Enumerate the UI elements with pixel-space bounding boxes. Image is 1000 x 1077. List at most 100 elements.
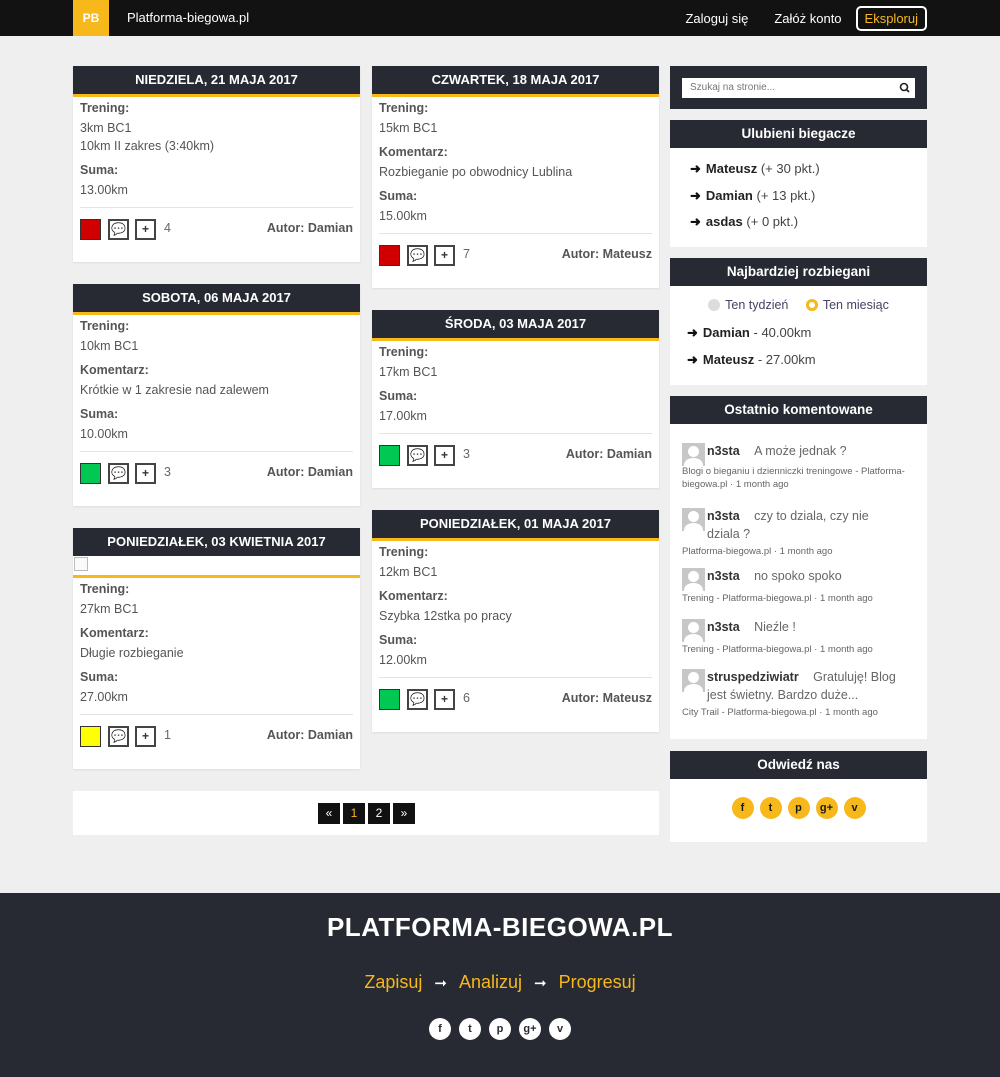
arrow-right-icon: ➜ — [687, 351, 698, 367]
arrow-right-icon: ➜ — [690, 161, 701, 176]
comment-count: 7 — [463, 247, 470, 261]
author[interactable]: Autor: Damian — [267, 465, 353, 479]
search-widget: Szukaj na stronie... — [670, 66, 927, 109]
google-plus-icon[interactable]: g+ — [519, 1018, 541, 1040]
plus-icon[interactable]: + — [135, 463, 156, 484]
comment-item[interactable]: n3sta no spoko spoko Trening - Platforma… — [670, 567, 927, 605]
runner-name: Damian — [705, 187, 753, 203]
most-run-item[interactable]: ➜ Damian - 40.00km — [670, 320, 927, 347]
sum-value: 10.00km — [80, 427, 128, 441]
card-date[interactable]: Poniedziałek, 01 maja 2017 — [372, 510, 659, 541]
card-footer: 💬 + 1 Autor: Damian — [80, 714, 353, 757]
facebook-icon[interactable]: f — [731, 797, 754, 819]
footer-steps: Zapisuj ➞ Analizuj ➞ Progresuj — [0, 972, 1000, 993]
step-progress: Progresuj — [558, 972, 636, 992]
card-date[interactable]: Niedziela, 21 maja 2017 — [73, 66, 360, 97]
google-plus-icon[interactable]: g+ — [815, 797, 838, 819]
sum-label: Suma: — [80, 670, 119, 684]
twitter-icon[interactable]: t — [759, 797, 782, 819]
pinterest-icon[interactable]: p — [787, 797, 810, 819]
author[interactable]: Autor: Damian — [267, 221, 353, 235]
plus-icon[interactable]: + — [135, 726, 156, 747]
comment-meta: City Trail - Platforma-biegowa.pl · 1 mo… — [682, 707, 878, 718]
comment-icon[interactable]: 💬 — [108, 219, 129, 240]
training-card: Sobota, 06 maja 2017 Trening: 10km BC1 K… — [73, 284, 360, 506]
visit-us-widget: Odwiedź nas f t p g+ v — [670, 751, 927, 842]
comment-value: Szybka 12stka po pracy — [379, 609, 512, 623]
sum-value: 12.00km — [379, 653, 427, 667]
radio-month[interactable]: Ten miesiąc — [805, 298, 889, 312]
comment-item[interactable]: n3sta Nieźle ! Trening - Platforma-biego… — [670, 618, 927, 656]
favorite-runner-item[interactable]: ➜ Mateusz (+ 30 pkt.) — [670, 156, 927, 183]
most-run-widget: Najbardziej rozbiegani Ten tydzień Ten m… — [670, 258, 927, 385]
comment-count: 3 — [463, 447, 470, 461]
brand-link[interactable]: Platforma-biegowa.pl — [127, 0, 249, 36]
pagination-page[interactable]: 2 — [368, 803, 390, 824]
author[interactable]: Autor: Mateusz — [562, 691, 652, 705]
card-date[interactable]: Sobota, 06 maja 2017 — [73, 284, 360, 315]
sum-label: Suma: — [379, 633, 418, 647]
training-card: Poniedziałek, 01 maja 2017 Trening: 12km… — [372, 510, 659, 732]
arrow-right-icon: ➜ — [687, 325, 698, 340]
logo[interactable]: PB — [73, 0, 109, 36]
comment-item[interactable]: n3sta A może jednak ? Blogi o bieganiu i… — [670, 442, 927, 491]
plus-icon[interactable]: + — [135, 219, 156, 240]
comment-label: Komentarz: — [80, 363, 149, 377]
register-link[interactable]: Załóż konto — [774, 7, 841, 31]
comment-icon[interactable]: 💬 — [108, 726, 129, 747]
plus-icon[interactable]: + — [434, 445, 455, 466]
sum-value: 27.00km — [80, 690, 128, 704]
plus-icon[interactable]: + — [434, 245, 455, 266]
card-date[interactable]: Czwartek, 18 maja 2017 — [372, 66, 659, 97]
training-card: Niedziela, 21 maja 2017 Trening: 3km BC1… — [73, 66, 360, 262]
pagination-next[interactable]: » — [393, 803, 415, 824]
radio-icon — [708, 299, 721, 311]
author[interactable]: Autor: Mateusz — [562, 247, 652, 261]
footer-social-links: f t p g+ v — [0, 1018, 1000, 1040]
explore-button[interactable]: Eksploruj — [855, 6, 927, 31]
training-label: Trening: — [379, 345, 429, 359]
comment-icon[interactable]: 💬 — [407, 445, 428, 466]
search-input[interactable]: Szukaj na stronie... — [682, 78, 915, 98]
search-button[interactable] — [895, 78, 915, 98]
comment-meta: Trening - Platforma-biegowa.pl · 1 month… — [682, 593, 873, 604]
training-line: 3km BC1 — [80, 121, 132, 135]
favorite-runner-item[interactable]: ➜ asdas (+ 0 pkt.) — [670, 209, 927, 236]
vimeo-icon[interactable]: v — [843, 797, 866, 819]
card-footer: 💬 + 3 Autor: Damian — [379, 433, 652, 476]
pagination-page[interactable]: 1 — [343, 803, 365, 824]
pagination: « 1 2 » — [73, 791, 659, 835]
radio-week[interactable]: Ten tydzień — [708, 298, 788, 312]
pinterest-icon[interactable]: p — [489, 1018, 511, 1040]
comment-icon[interactable]: 💬 — [407, 689, 428, 710]
card-date[interactable]: Środa, 03 maja 2017 — [372, 310, 659, 341]
broken-image — [73, 557, 360, 578]
training-label: Trening: — [80, 319, 130, 333]
training-label: Trening: — [379, 545, 429, 559]
pagination-prev[interactable]: « — [318, 803, 340, 824]
login-link[interactable]: Zaloguj się — [685, 7, 748, 31]
comment-count: 4 — [164, 221, 171, 235]
step-record: Zapisuj — [364, 972, 423, 992]
comment-value: Krótkie w 1 zakresie nad zalewem — [80, 383, 269, 397]
avatar — [682, 443, 705, 466]
author[interactable]: Autor: Damian — [566, 447, 652, 461]
nav-right: Zaloguj się Załóż konto Eksploruj — [659, 6, 927, 31]
comment-icon[interactable]: 💬 — [407, 245, 428, 266]
twitter-icon[interactable]: t — [459, 1018, 481, 1040]
runner-points: (+ 30 pkt.) — [760, 161, 820, 176]
sum-label: Suma: — [80, 163, 119, 177]
most-run-item[interactable]: ➜ Mateusz - 27.00km — [670, 347, 927, 374]
arrow-right-icon: ➞ — [434, 975, 447, 992]
vimeo-icon[interactable]: v — [549, 1018, 571, 1040]
facebook-icon[interactable]: f — [429, 1018, 451, 1040]
training-label: Trening: — [379, 101, 429, 115]
comment-item[interactable]: struspedziwiatr Gratuluję! Blog jest świ… — [670, 668, 927, 719]
comment-icon[interactable]: 💬 — [108, 463, 129, 484]
author[interactable]: Autor: Damian — [267, 728, 353, 742]
card-date[interactable]: Poniedziałek, 03 kwietnia 2017 — [73, 528, 360, 556]
plus-icon[interactable]: + — [434, 689, 455, 710]
favorite-runner-item[interactable]: ➜ Damian (+ 13 pkt.) — [670, 183, 927, 210]
step-analyze: Analizuj — [458, 972, 523, 992]
comment-item[interactable]: n3sta czy to dziala, czy nie dziala ? Pl… — [670, 507, 927, 558]
